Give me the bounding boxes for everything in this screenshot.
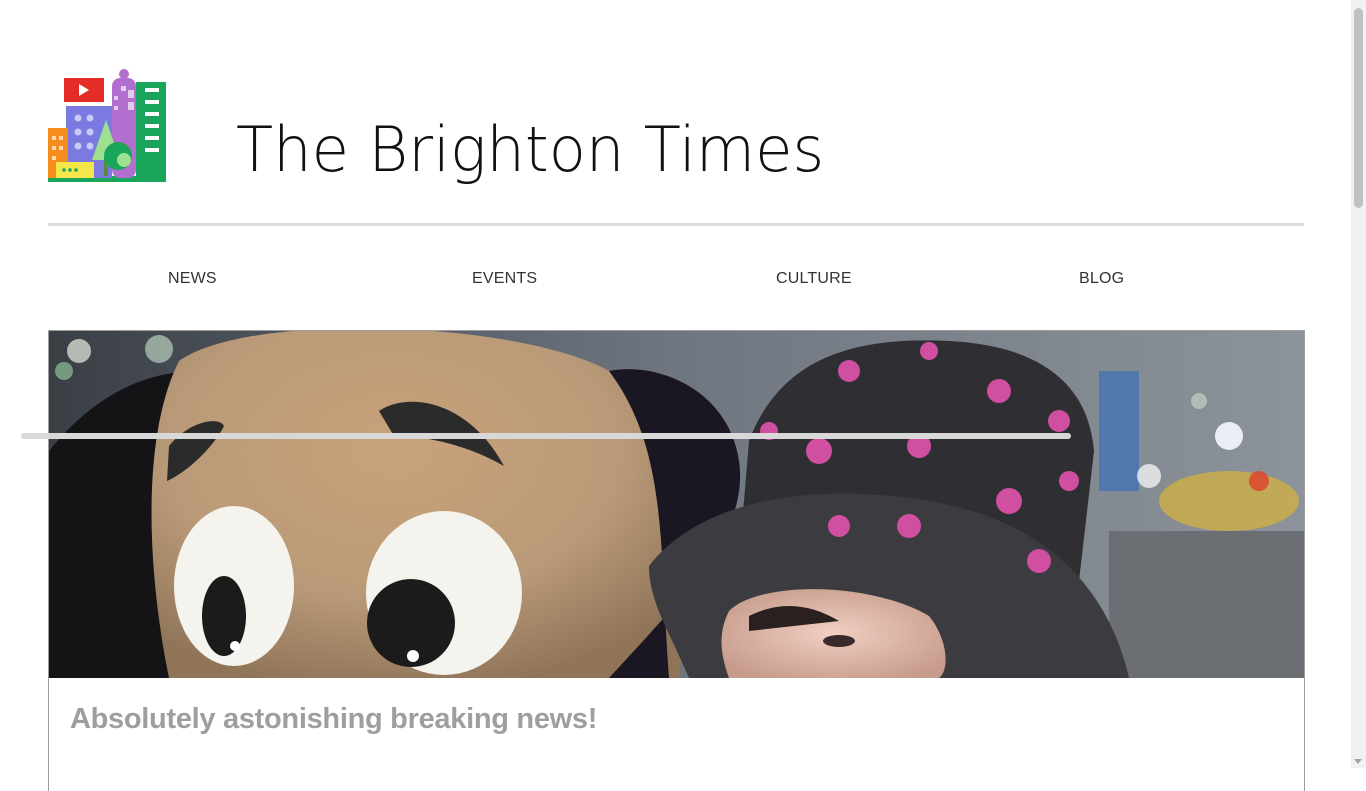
page: The Brighton Times NEWS EVENTS CULTURE B… bbox=[0, 0, 1351, 791]
nav-item-blog[interactable]: BLOG bbox=[1079, 270, 1124, 288]
main-nav: NEWS EVENTS CULTURE BLOG bbox=[48, 262, 1304, 302]
scroll-down-arrow-icon[interactable] bbox=[1354, 759, 1362, 764]
nav-item-events[interactable]: EVENTS bbox=[472, 270, 537, 288]
article-teaser bbox=[21, 430, 1221, 448]
hero-image[interactable] bbox=[49, 331, 1304, 678]
article-headline[interactable]: Absolutely astonishing breaking news! bbox=[70, 703, 597, 736]
site-title[interactable]: The Brighton Times bbox=[236, 110, 824, 190]
scrollbar-thumb[interactable] bbox=[1354, 8, 1363, 208]
nav-item-culture[interactable]: CULTURE bbox=[776, 270, 852, 288]
page-scrollbar[interactable] bbox=[1351, 0, 1366, 768]
masthead: The Brighton Times bbox=[48, 60, 1304, 200]
header-divider bbox=[48, 223, 1304, 226]
nav-item-news[interactable]: NEWS bbox=[168, 270, 217, 288]
city-logo-icon[interactable] bbox=[48, 64, 168, 184]
article-card[interactable]: Absolutely astonishing breaking news! bbox=[48, 330, 1305, 791]
